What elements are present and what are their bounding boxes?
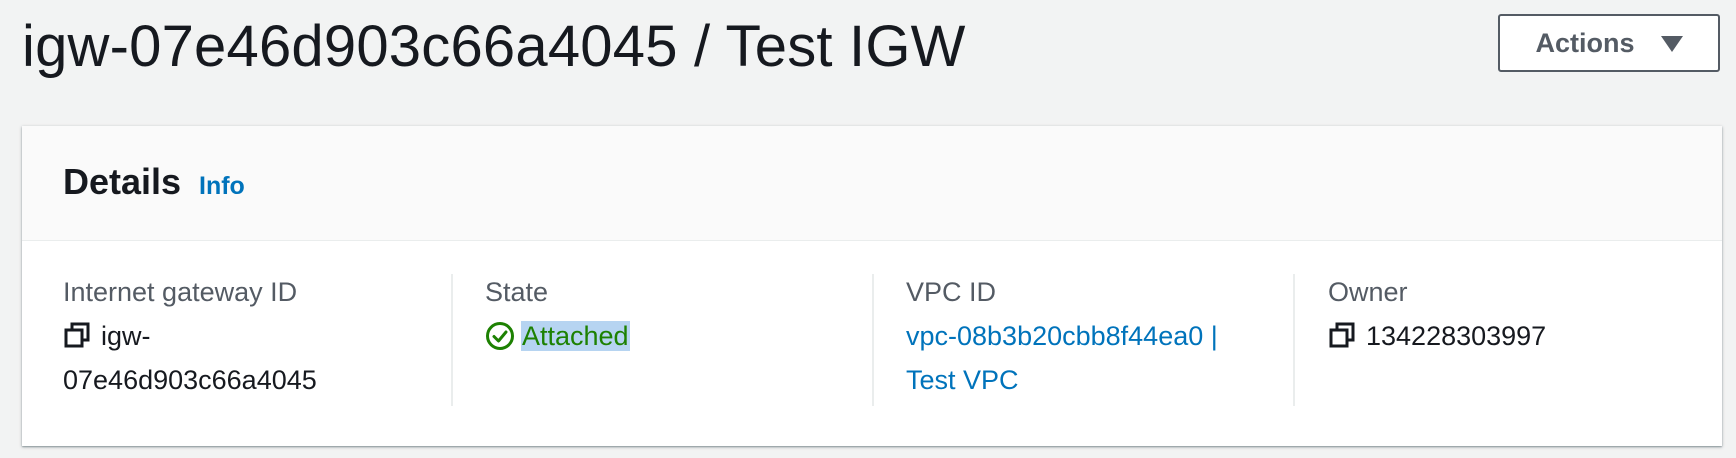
vpc-name-link[interactable]: Test VPC	[906, 365, 1019, 395]
page: igw-07e46d903c66a4045 / Test IGW Actions…	[0, 0, 1736, 458]
caret-down-icon	[1660, 36, 1683, 52]
column-divider	[451, 274, 453, 406]
check-circle-icon	[485, 320, 515, 350]
details-heading: Details	[63, 161, 182, 202]
details-panel: Details Info Internet gateway ID igw- 07…	[22, 126, 1722, 446]
page-title: igw-07e46d903c66a4045 / Test IGW	[22, 14, 966, 79]
internet-gateway-id-line1: igw-	[101, 321, 151, 351]
details-columns: Internet gateway ID igw- 07e46d903c66a40…	[22, 274, 1722, 406]
state-label: State	[485, 277, 549, 307]
copy-icon[interactable]	[1328, 318, 1356, 348]
vpc-link[interactable]: vpc-08b3b20cbb8f44ea0 |	[906, 321, 1218, 351]
details-panel-header: Details Info	[22, 126, 1722, 241]
actions-button[interactable]: Actions	[1498, 14, 1720, 72]
internet-gateway-id-field: Internet gateway ID igw- 07e46d903c66a40…	[63, 274, 423, 406]
state-field: State Attached	[485, 274, 835, 406]
actions-button-label: Actions	[1535, 27, 1635, 58]
info-link[interactable]: Info	[199, 170, 245, 202]
internet-gateway-id-label: Internet gateway ID	[63, 277, 298, 307]
status-badge: Attached	[521, 321, 630, 351]
copy-icon[interactable]	[63, 318, 91, 348]
state-value: Attached	[485, 314, 835, 358]
column-divider	[872, 274, 874, 406]
vpc-id-value: vpc-08b3b20cbb8f44ea0 | Test VPC	[906, 314, 1266, 402]
owner-label: Owner	[1328, 277, 1408, 307]
column-divider	[1293, 274, 1295, 406]
vpc-id-label: VPC ID	[906, 277, 997, 307]
vpc-id-field: VPC ID vpc-08b3b20cbb8f44ea0 | Test VPC	[906, 274, 1266, 406]
owner-field: Owner 134228303997	[1328, 274, 1688, 406]
internet-gateway-id-value: igw- 07e46d903c66a4045	[63, 314, 423, 402]
owner-id: 134228303997	[1366, 321, 1547, 351]
internet-gateway-id-line2: 07e46d903c66a4045	[63, 365, 317, 395]
owner-value: 134228303997	[1328, 314, 1688, 358]
